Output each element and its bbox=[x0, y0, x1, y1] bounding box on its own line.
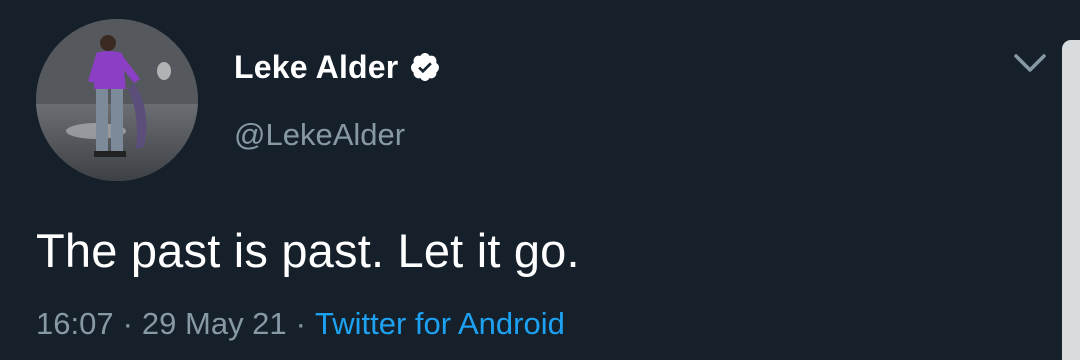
tweet-card: Leke Alder @LekeAlder The past is past. … bbox=[0, 0, 1080, 360]
verified-badge-icon bbox=[409, 51, 441, 83]
avatar[interactable] bbox=[36, 19, 198, 181]
meta-separator: · bbox=[122, 306, 133, 341]
avatar-photo bbox=[36, 19, 198, 181]
tweet-text: The past is past. Let it go. bbox=[36, 224, 580, 277]
user-handle[interactable]: @LekeAlder bbox=[234, 117, 405, 153]
meta-separator: · bbox=[295, 306, 306, 341]
tweet-source-link[interactable]: Twitter for Android bbox=[315, 306, 565, 341]
chevron-down-icon[interactable] bbox=[1010, 48, 1050, 78]
tweet-meta: 16:07 · 29 May 21 · Twitter for Android bbox=[36, 306, 565, 342]
tweet-time[interactable]: 16:07 bbox=[36, 306, 114, 341]
tweet-date[interactable]: 29 May 21 bbox=[142, 306, 287, 341]
scrollbar[interactable] bbox=[1062, 40, 1080, 360]
name-row: Leke Alder bbox=[234, 45, 441, 89]
display-name[interactable]: Leke Alder bbox=[234, 49, 398, 86]
